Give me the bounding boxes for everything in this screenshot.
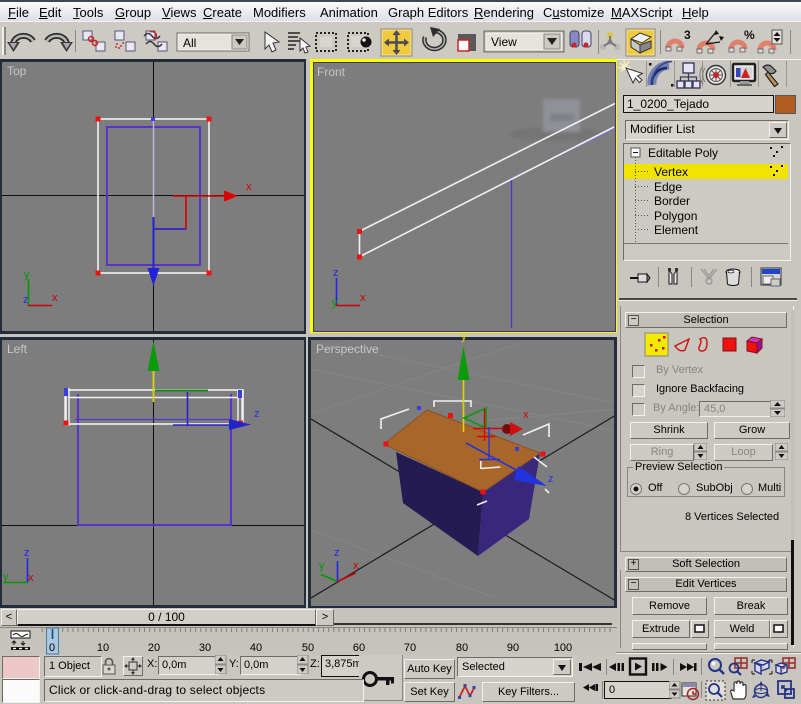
svg-text:y: y: [332, 297, 338, 309]
svg-text:Element: Element: [654, 223, 699, 237]
svg-text:70: 70: [404, 642, 416, 654]
svg-text:60: 60: [353, 642, 365, 654]
svg-text:Editable Poly: Editable Poly: [648, 146, 718, 160]
svg-text:90: 90: [507, 642, 519, 654]
svg-text:100: 100: [554, 642, 572, 654]
svg-text:10: 10: [97, 642, 109, 654]
svg-text:%: %: [744, 28, 755, 42]
svg-text:Vertex: Vertex: [654, 165, 688, 179]
svg-text:z: z: [24, 547, 30, 559]
svg-text:z: z: [548, 473, 554, 485]
svg-text:3: 3: [684, 28, 691, 42]
svg-text:Left: Left: [7, 342, 28, 356]
svg-text:0: 0: [49, 642, 55, 654]
svg-text:x: x: [360, 292, 366, 304]
svg-text:y: y: [24, 269, 30, 281]
svg-text:x: x: [523, 409, 529, 421]
svg-text:View: View: [491, 35, 517, 49]
svg-text:z: z: [333, 267, 339, 279]
svg-text:x: x: [353, 560, 359, 572]
svg-text:y: y: [319, 560, 325, 572]
svg-text:30: 30: [199, 642, 211, 654]
svg-text:z: z: [23, 294, 29, 306]
svg-text:x: x: [28, 572, 34, 584]
svg-text:All: All: [183, 36, 196, 50]
svg-text:y: y: [3, 571, 9, 583]
svg-text:80: 80: [456, 642, 468, 654]
svg-text:x: x: [246, 181, 252, 193]
svg-text:40: 40: [250, 642, 262, 654]
svg-text:Edge: Edge: [654, 180, 682, 194]
svg-text:20: 20: [148, 642, 160, 654]
svg-text:Front: Front: [317, 65, 346, 79]
svg-text:50: 50: [302, 642, 314, 654]
svg-text:x: x: [52, 292, 58, 304]
svg-text:Top: Top: [7, 64, 27, 78]
svg-text:Polygon: Polygon: [654, 209, 697, 223]
svg-text:Perspective: Perspective: [316, 342, 379, 356]
svg-text:Border: Border: [654, 194, 690, 208]
svg-text:z: z: [254, 408, 260, 420]
svg-text:z: z: [334, 547, 340, 559]
